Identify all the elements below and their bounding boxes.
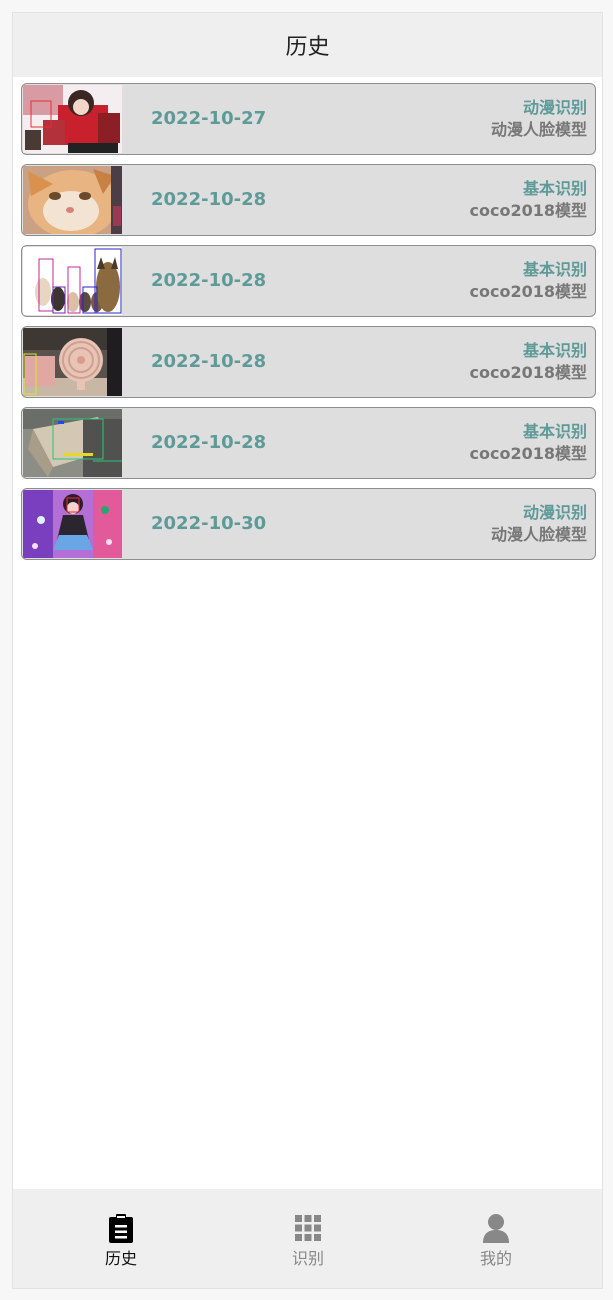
- history-meta: 动漫识别 动漫人脸模型: [491, 97, 587, 141]
- tab-recognize[interactable]: 识别: [248, 1213, 368, 1269]
- history-meta: 基本识别 coco2018模型: [470, 340, 588, 384]
- person-icon: [436, 1213, 556, 1243]
- history-model: coco2018模型: [469, 444, 588, 463]
- history-date: 2022-10-28: [151, 351, 267, 372]
- history-mode: 基本识别: [522, 179, 587, 198]
- history-thumbnail: [23, 328, 122, 396]
- history-model: coco2018模型: [469, 201, 588, 220]
- history-thumbnail: [23, 247, 122, 315]
- tab-profile[interactable]: 我的: [436, 1213, 556, 1269]
- tab-history[interactable]: 历史: [61, 1213, 181, 1269]
- app-header: 历史: [13, 13, 602, 77]
- history-date: 2022-10-28: [151, 270, 267, 291]
- history-model: 动漫人脸模型: [490, 120, 587, 139]
- history-date: 2022-10-27: [151, 108, 267, 129]
- tab-label: 识别: [291, 1249, 324, 1268]
- history-date: 2022-10-28: [151, 189, 267, 210]
- history-model: coco2018模型: [469, 363, 588, 382]
- history-item[interactable]: 2022-10-28 基本识别 coco2018模型: [21, 164, 596, 236]
- tab-label: 我的: [479, 1249, 512, 1268]
- history-thumbnail: [23, 490, 122, 558]
- app-screen: 历史 2022-10-27 动漫识别 动漫人脸模型 2022-10-28 基本识…: [12, 12, 603, 1289]
- history-mode: 基本识别: [522, 422, 587, 441]
- history-item[interactable]: 2022-10-27 动漫识别 动漫人脸模型: [21, 83, 596, 155]
- page-title: 历史: [285, 35, 330, 60]
- bottom-tab-bar: 历史 识别 我的: [13, 1189, 602, 1288]
- history-mode: 基本识别: [522, 260, 587, 279]
- history-thumbnail: [23, 85, 122, 153]
- history-mode: 动漫识别: [522, 98, 587, 117]
- grid-icon: [248, 1213, 368, 1243]
- history-date: 2022-10-30: [151, 513, 267, 534]
- tab-label: 历史: [104, 1249, 137, 1268]
- history-item[interactable]: 2022-10-28 基本识别 coco2018模型: [21, 326, 596, 398]
- history-thumbnail: [23, 409, 122, 477]
- history-item[interactable]: 2022-10-28 基本识别 coco2018模型: [21, 407, 596, 479]
- history-meta: 基本识别 coco2018模型: [470, 178, 588, 222]
- history-meta: 动漫识别 动漫人脸模型: [491, 502, 587, 546]
- history-thumbnail: [23, 166, 122, 234]
- history-meta: 基本识别 coco2018模型: [470, 421, 588, 465]
- clipboard-icon: [61, 1213, 181, 1243]
- history-mode: 动漫识别: [522, 503, 587, 522]
- history-mode: 基本识别: [522, 341, 587, 360]
- history-item[interactable]: 2022-10-28 基本识别 coco2018模型: [21, 245, 596, 317]
- history-item[interactable]: 2022-10-30 动漫识别 动漫人脸模型: [21, 488, 596, 560]
- history-model: coco2018模型: [469, 282, 588, 301]
- history-date: 2022-10-28: [151, 432, 267, 453]
- history-model: 动漫人脸模型: [490, 525, 587, 544]
- history-list: 2022-10-27 动漫识别 动漫人脸模型 2022-10-28 基本识别 c…: [21, 83, 596, 569]
- history-meta: 基本识别 coco2018模型: [470, 259, 588, 303]
